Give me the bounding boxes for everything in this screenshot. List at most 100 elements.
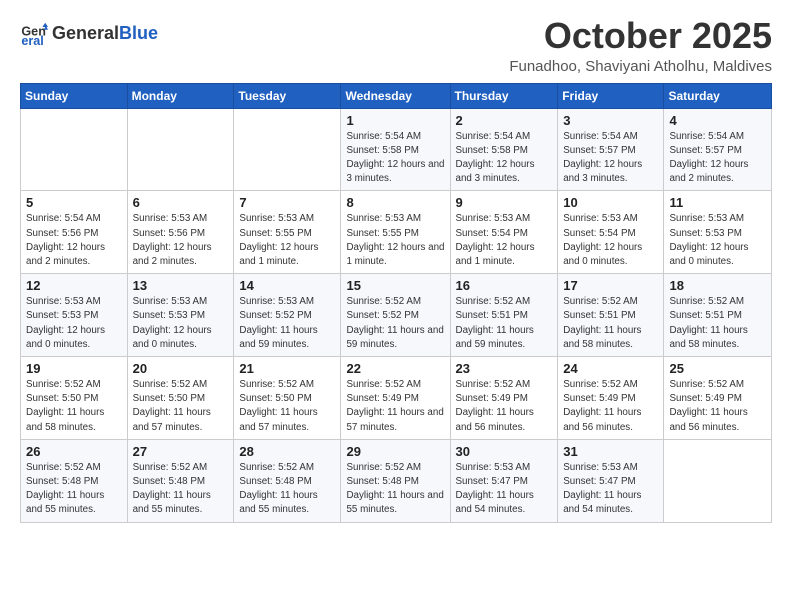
calendar-cell: 28 Sunrise: 5:52 AM Sunset: 5:48 PM Dayli… [234, 439, 341, 522]
day-number: 30 [456, 444, 553, 459]
calendar-cell: 22 Sunrise: 5:52 AM Sunset: 5:49 PM Dayli… [341, 357, 450, 440]
col-thursday: Thursday [450, 83, 558, 108]
calendar-cell: 3 Sunrise: 5:54 AM Sunset: 5:57 PM Daylig… [558, 108, 664, 191]
calendar-cell: 24 Sunrise: 5:52 AM Sunset: 5:49 PM Dayli… [558, 357, 664, 440]
calendar-cell: 30 Sunrise: 5:53 AM Sunset: 5:47 PM Dayli… [450, 439, 558, 522]
day-number: 15 [346, 278, 444, 293]
day-info: Sunrise: 5:54 AM Sunset: 5:57 PM Dayligh… [563, 130, 658, 187]
calendar-cell: 26 Sunrise: 5:52 AM Sunset: 5:48 PM Dayli… [21, 439, 128, 522]
page: Gen eral GeneralBlue October 2025 Funadh… [0, 0, 792, 612]
day-info: Sunrise: 5:52 AM Sunset: 5:50 PM Dayligh… [26, 378, 122, 435]
logo-icon: Gen eral [20, 20, 48, 48]
day-number: 26 [26, 444, 122, 459]
day-info: Sunrise: 5:54 AM Sunset: 5:56 PM Dayligh… [26, 212, 122, 269]
day-info: Sunrise: 5:53 AM Sunset: 5:53 PM Dayligh… [133, 295, 229, 352]
day-number: 20 [133, 361, 229, 376]
day-info: Sunrise: 5:53 AM Sunset: 5:55 PM Dayligh… [346, 212, 444, 269]
calendar-cell: 2 Sunrise: 5:54 AM Sunset: 5:58 PM Daylig… [450, 108, 558, 191]
day-info: Sunrise: 5:52 AM Sunset: 5:51 PM Dayligh… [456, 295, 553, 352]
logo-text: GeneralBlue [52, 24, 158, 44]
calendar-cell: 13Sunrise: 5:53 AM Sunset: 5:53 PM Dayli… [127, 274, 234, 357]
day-info: Sunrise: 5:53 AM Sunset: 5:53 PM Dayligh… [669, 212, 766, 269]
day-info: Sunrise: 5:54 AM Sunset: 5:57 PM Dayligh… [669, 130, 766, 187]
day-info: Sunrise: 5:52 AM Sunset: 5:52 PM Dayligh… [346, 295, 444, 352]
day-info: Sunrise: 5:53 AM Sunset: 5:54 PM Dayligh… [456, 212, 553, 269]
logo-blue-text: Blue [119, 23, 158, 43]
calendar-cell: 20Sunrise: 5:52 AM Sunset: 5:50 PM Dayli… [127, 357, 234, 440]
day-info: Sunrise: 5:52 AM Sunset: 5:48 PM Dayligh… [26, 461, 122, 518]
calendar-cell: 6 Sunrise: 5:53 AM Sunset: 5:56 PM Daylig… [127, 191, 234, 274]
day-info: Sunrise: 5:53 AM Sunset: 5:52 PM Dayligh… [239, 295, 335, 352]
day-number: 25 [669, 361, 766, 376]
day-number: 29 [346, 444, 444, 459]
day-number: 17 [563, 278, 658, 293]
col-wednesday: Wednesday [341, 83, 450, 108]
day-number: 16 [456, 278, 553, 293]
calendar-cell: 27Sunrise: 5:52 AM Sunset: 5:48 PM Dayli… [127, 439, 234, 522]
day-number: 31 [563, 444, 658, 459]
day-number: 10 [563, 195, 658, 210]
day-info: Sunrise: 5:52 AM Sunset: 5:49 PM Dayligh… [669, 378, 766, 435]
calendar-week-2: 5 Sunrise: 5:54 AM Sunset: 5:56 PM Daylig… [21, 191, 772, 274]
day-info: Sunrise: 5:52 AM Sunset: 5:49 PM Dayligh… [456, 378, 553, 435]
calendar-cell [127, 108, 234, 191]
day-info: Sunrise: 5:52 AM Sunset: 5:48 PM Dayligh… [239, 461, 335, 518]
calendar-week-3: 12 Sunrise: 5:53 AM Sunset: 5:53 PM Dayli… [21, 274, 772, 357]
calendar-cell: 17 Sunrise: 5:52 AM Sunset: 5:51 PM Dayli… [558, 274, 664, 357]
calendar-cell: 5 Sunrise: 5:54 AM Sunset: 5:56 PM Daylig… [21, 191, 128, 274]
day-number: 6 [133, 195, 229, 210]
calendar-week-1: 1 Sunrise: 5:54 AM Sunset: 5:58 PM Daylig… [21, 108, 772, 191]
day-info: Sunrise: 5:53 AM Sunset: 5:55 PM Dayligh… [239, 212, 335, 269]
day-info: Sunrise: 5:52 AM Sunset: 5:51 PM Dayligh… [563, 295, 658, 352]
day-info: Sunrise: 5:53 AM Sunset: 5:53 PM Dayligh… [26, 295, 122, 352]
calendar-cell: 25 Sunrise: 5:52 AM Sunset: 5:49 PM Dayli… [664, 357, 772, 440]
col-sunday: Sunday [21, 83, 128, 108]
day-number: 19 [26, 361, 122, 376]
calendar-cell [664, 439, 772, 522]
calendar-week-5: 26 Sunrise: 5:52 AM Sunset: 5:48 PM Dayli… [21, 439, 772, 522]
header-row: Sunday Monday Tuesday Wednesday Thursday… [21, 83, 772, 108]
day-number: 2 [456, 113, 553, 128]
header: Gen eral GeneralBlue October 2025 Funadh… [20, 16, 772, 75]
calendar-cell: 9 Sunrise: 5:53 AM Sunset: 5:54 PM Daylig… [450, 191, 558, 274]
day-info: Sunrise: 5:53 AM Sunset: 5:47 PM Dayligh… [456, 461, 553, 518]
col-saturday: Saturday [664, 83, 772, 108]
calendar-cell [234, 108, 341, 191]
calendar-cell: 10 Sunrise: 5:53 AM Sunset: 5:54 PM Dayli… [558, 191, 664, 274]
day-number: 5 [26, 195, 122, 210]
day-info: Sunrise: 5:53 AM Sunset: 5:47 PM Dayligh… [563, 461, 658, 518]
day-info: Sunrise: 5:53 AM Sunset: 5:56 PM Dayligh… [133, 212, 229, 269]
col-monday: Monday [127, 83, 234, 108]
day-number: 27 [133, 444, 229, 459]
day-number: 21 [239, 361, 335, 376]
day-info: Sunrise: 5:52 AM Sunset: 5:50 PM Dayligh… [239, 378, 335, 435]
day-number: 3 [563, 113, 658, 128]
day-info: Sunrise: 5:53 AM Sunset: 5:54 PM Dayligh… [563, 212, 658, 269]
calendar: Sunday Monday Tuesday Wednesday Thursday… [20, 83, 772, 523]
col-friday: Friday [558, 83, 664, 108]
day-number: 28 [239, 444, 335, 459]
day-number: 14 [239, 278, 335, 293]
calendar-cell: 16 Sunrise: 5:52 AM Sunset: 5:51 PM Dayli… [450, 274, 558, 357]
calendar-cell: 12 Sunrise: 5:53 AM Sunset: 5:53 PM Dayli… [21, 274, 128, 357]
calendar-cell: 4Sunrise: 5:54 AM Sunset: 5:57 PM Daylig… [664, 108, 772, 191]
day-info: Sunrise: 5:54 AM Sunset: 5:58 PM Dayligh… [456, 130, 553, 187]
day-info: Sunrise: 5:52 AM Sunset: 5:48 PM Dayligh… [346, 461, 444, 518]
day-number: 9 [456, 195, 553, 210]
calendar-cell [21, 108, 128, 191]
calendar-cell: 19 Sunrise: 5:52 AM Sunset: 5:50 PM Dayli… [21, 357, 128, 440]
day-number: 12 [26, 278, 122, 293]
day-number: 24 [563, 361, 658, 376]
calendar-cell: 31 Sunrise: 5:53 AM Sunset: 5:47 PM Dayli… [558, 439, 664, 522]
day-number: 22 [346, 361, 444, 376]
calendar-header: Sunday Monday Tuesday Wednesday Thursday… [21, 83, 772, 108]
calendar-cell: 29 Sunrise: 5:52 AM Sunset: 5:48 PM Dayli… [341, 439, 450, 522]
calendar-cell: 11Sunrise: 5:53 AM Sunset: 5:53 PM Dayli… [664, 191, 772, 274]
day-number: 1 [346, 113, 444, 128]
day-info: Sunrise: 5:52 AM Sunset: 5:49 PM Dayligh… [346, 378, 444, 435]
title-block: October 2025 Funadhoo, Shaviyani Atholhu… [509, 16, 772, 75]
calendar-cell: 7Sunrise: 5:53 AM Sunset: 5:55 PM Daylig… [234, 191, 341, 274]
calendar-cell: 21 Sunrise: 5:52 AM Sunset: 5:50 PM Dayli… [234, 357, 341, 440]
day-info: Sunrise: 5:52 AM Sunset: 5:49 PM Dayligh… [563, 378, 658, 435]
location: Funadhoo, Shaviyani Atholhu, Maldives [509, 58, 772, 75]
